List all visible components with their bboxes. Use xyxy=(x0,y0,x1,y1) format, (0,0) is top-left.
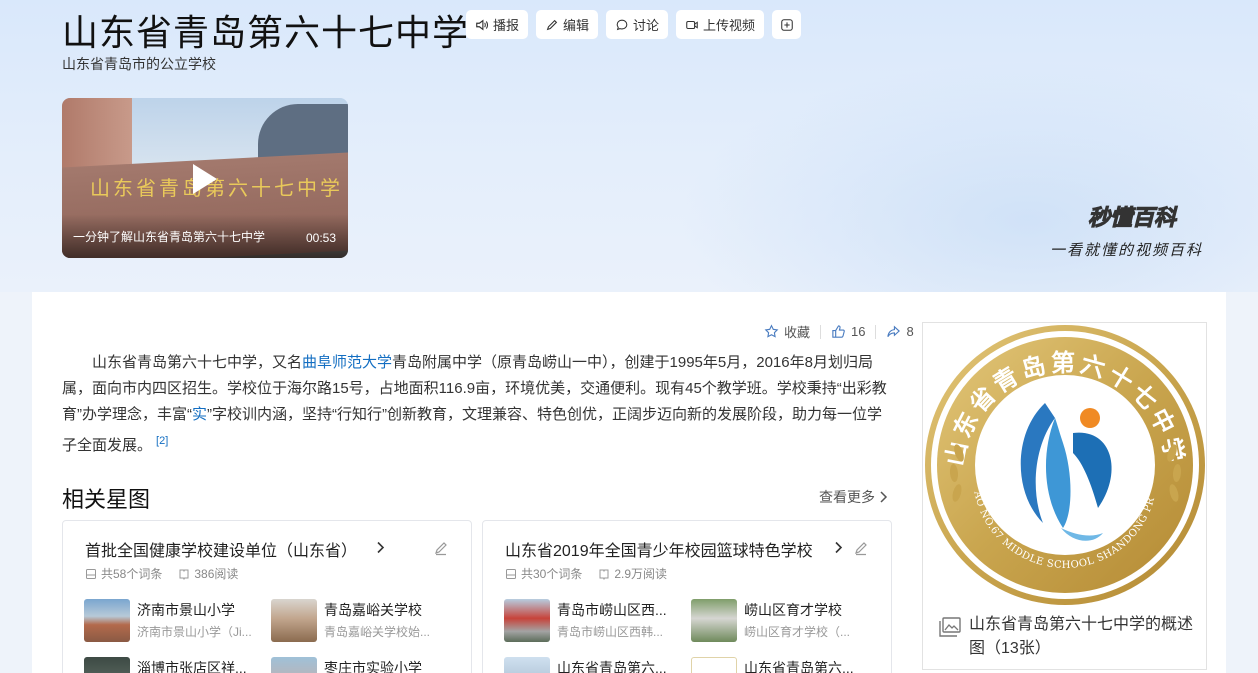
play-icon[interactable] xyxy=(193,164,217,194)
like-count: 16 xyxy=(851,324,866,339)
thumbs-up-icon xyxy=(832,325,845,338)
entries-count: 共30个词条 xyxy=(521,567,583,581)
video-duration: 00:53 xyxy=(305,231,336,245)
section-title: 相关星图 xyxy=(62,487,151,512)
book-icon xyxy=(179,569,189,580)
list-item[interactable]: 山东省青岛第六... xyxy=(691,657,871,673)
document-icon xyxy=(506,568,516,579)
brand-logo: 秒懂百科 xyxy=(1087,205,1177,231)
chat-bubble-icon xyxy=(616,19,628,30)
star-map-panel: 首批全国健康学校建设单位（山东省） 共58个词条 386阅读 济南市景山小学 济… xyxy=(62,520,472,673)
edit-icon[interactable] xyxy=(433,540,449,556)
stats-bar: 收藏 16 8 xyxy=(764,322,914,341)
video-player[interactable]: 山东省青岛第六十七中学 一分钟了解山东省青岛第六十七中学 00:53 xyxy=(62,98,348,258)
speaker-icon xyxy=(476,18,489,31)
chevron-right-icon xyxy=(835,541,843,554)
list-item[interactable]: 青岛市崂山区西... 青岛市崂山区西韩... xyxy=(504,599,684,645)
share-button[interactable]: 8 xyxy=(886,324,914,339)
favorite-button[interactable]: 收藏 xyxy=(764,322,810,341)
entry-name: 山东省青岛第六... xyxy=(744,660,854,673)
action-bar: 播报 编辑 讨论 上传视频 xyxy=(466,10,802,39)
favorite-label: 收藏 xyxy=(784,325,811,340)
discuss-label: 讨论 xyxy=(633,18,660,33)
add-button[interactable] xyxy=(772,10,802,39)
divider xyxy=(875,324,877,339)
entry-desc: 青岛市崂山区西韩... xyxy=(557,625,664,639)
entry-thumbnail xyxy=(691,599,737,642)
see-more-label: 查看更多 xyxy=(819,489,875,505)
share-icon xyxy=(887,325,901,337)
page-subtitle: 山东省青岛市的公立学校 xyxy=(62,56,216,72)
see-more-link[interactable]: 查看更多 xyxy=(819,487,888,507)
panel-title[interactable]: 山东省2019年全国青少年校园篮球特色学校 xyxy=(505,537,813,561)
star-icon xyxy=(764,324,779,338)
chevron-right-icon xyxy=(880,491,888,503)
entry-name: 崂山区育才学校 xyxy=(744,602,842,618)
document-icon xyxy=(86,568,96,579)
entry-desc: 崂山区育才学校（... xyxy=(744,625,851,639)
list-item[interactable]: 淄博市张店区祥... xyxy=(84,657,264,673)
entry-name: 青岛市崂山区西... xyxy=(557,602,667,618)
plus-square-icon xyxy=(780,18,793,31)
discuss-button[interactable]: 讨论 xyxy=(606,10,669,39)
list-item[interactable]: 崂山区育才学校 崂山区育才学校（... xyxy=(691,599,871,645)
divider xyxy=(820,324,822,339)
reads-count: 2.9万阅读 xyxy=(614,567,668,581)
reference-link[interactable]: [2] xyxy=(156,435,168,447)
share-count: 8 xyxy=(906,324,914,339)
entry-thumbnail xyxy=(84,657,130,673)
chevron-right-icon xyxy=(377,541,385,554)
entry-name: 济南市景山小学 xyxy=(137,602,235,618)
entry-thumbnail xyxy=(271,599,317,642)
pencil-icon xyxy=(546,19,558,30)
image-gallery-icon xyxy=(939,617,961,637)
intro-link[interactable]: 实 xyxy=(192,406,207,423)
entry-thumbnail xyxy=(84,599,130,642)
upload-video-label: 上传视频 xyxy=(703,18,756,33)
edit-icon[interactable] xyxy=(853,540,869,556)
entry-thumbnail xyxy=(504,599,550,642)
reads-count: 386阅读 xyxy=(194,567,239,581)
summary-caption-row: 山东省青岛第六十七中学的概述图（13张） xyxy=(939,613,1199,661)
list-item[interactable]: 青岛嘉峪关学校 青岛嘉峪关学校始... xyxy=(271,599,451,645)
list-item[interactable]: 济南市景山小学 济南市景山小学（Ji... xyxy=(84,599,264,645)
upload-video-button[interactable]: 上传视频 xyxy=(676,10,765,39)
entry-thumbnail xyxy=(691,657,737,673)
summary-caption: 山东省青岛第六十七中学的概述图（13张） xyxy=(969,616,1194,657)
edit-button[interactable]: 编辑 xyxy=(536,10,599,39)
entry-desc: 青岛嘉峪关学校始... xyxy=(324,625,431,639)
entry-thumbnail xyxy=(271,657,317,673)
entries-count: 共58个词条 xyxy=(101,567,163,581)
like-button[interactable]: 16 xyxy=(831,324,865,339)
summary-image-card[interactable]: 山东省青岛第六十七中学 QINGDAO NO.67 MIDDLE SCHOOL … xyxy=(922,322,1207,670)
entry-name: 淄博市张店区祥... xyxy=(137,660,247,673)
school-emblem: 山东省青岛第六十七中学 QINGDAO NO.67 MIDDLE SCHOOL … xyxy=(923,323,1205,605)
entry-thumbnail xyxy=(504,657,550,673)
video-camera-icon xyxy=(686,20,698,29)
panel-meta: 共58个词条 386阅读 xyxy=(85,565,238,582)
broadcast-label: 播报 xyxy=(493,18,520,33)
intro-text: 山东省青岛第六十七中学，又名 xyxy=(92,354,303,371)
entry-desc: 济南市景山小学（Ji... xyxy=(137,625,252,639)
intro-paragraph: 山东省青岛第六十七中学，又名曲阜师范大学青岛附属中学（原青岛崂山一中），创建于1… xyxy=(62,350,894,459)
intro-link[interactable]: 曲阜师范大学 xyxy=(302,354,392,371)
entry-name: 青岛嘉峪关学校 xyxy=(324,602,422,618)
entry-name: 山东省青岛第六... xyxy=(557,660,667,673)
hero-banner: 山东省青岛第六十七中学 播报 编辑 讨论 上传视频 山东省青岛市的公立学校 山东… xyxy=(0,0,1258,292)
video-caption: 一分钟了解山东省青岛第六十七中学 xyxy=(73,230,266,244)
broadcast-button[interactable]: 播报 xyxy=(466,10,529,39)
book-icon xyxy=(599,569,609,580)
entry-name: 枣庄市实验小学 xyxy=(324,660,422,673)
star-map-panel: 山东省2019年全国青少年校园篮球特色学校 共30个词条 2.9万阅读 青岛市崂… xyxy=(482,520,892,673)
brand-slogan: 一看就懂的视频百科 xyxy=(1050,242,1204,259)
list-item[interactable]: 山东省青岛第六... xyxy=(504,657,684,673)
panel-title[interactable]: 首批全国健康学校建设单位（山东省） xyxy=(85,537,357,561)
page-title: 山东省青岛第六十七中学 xyxy=(62,12,470,53)
list-item[interactable]: 枣庄市实验小学 xyxy=(271,657,451,673)
panel-meta: 共30个词条 2.9万阅读 xyxy=(505,565,667,582)
edit-label: 编辑 xyxy=(563,18,590,33)
